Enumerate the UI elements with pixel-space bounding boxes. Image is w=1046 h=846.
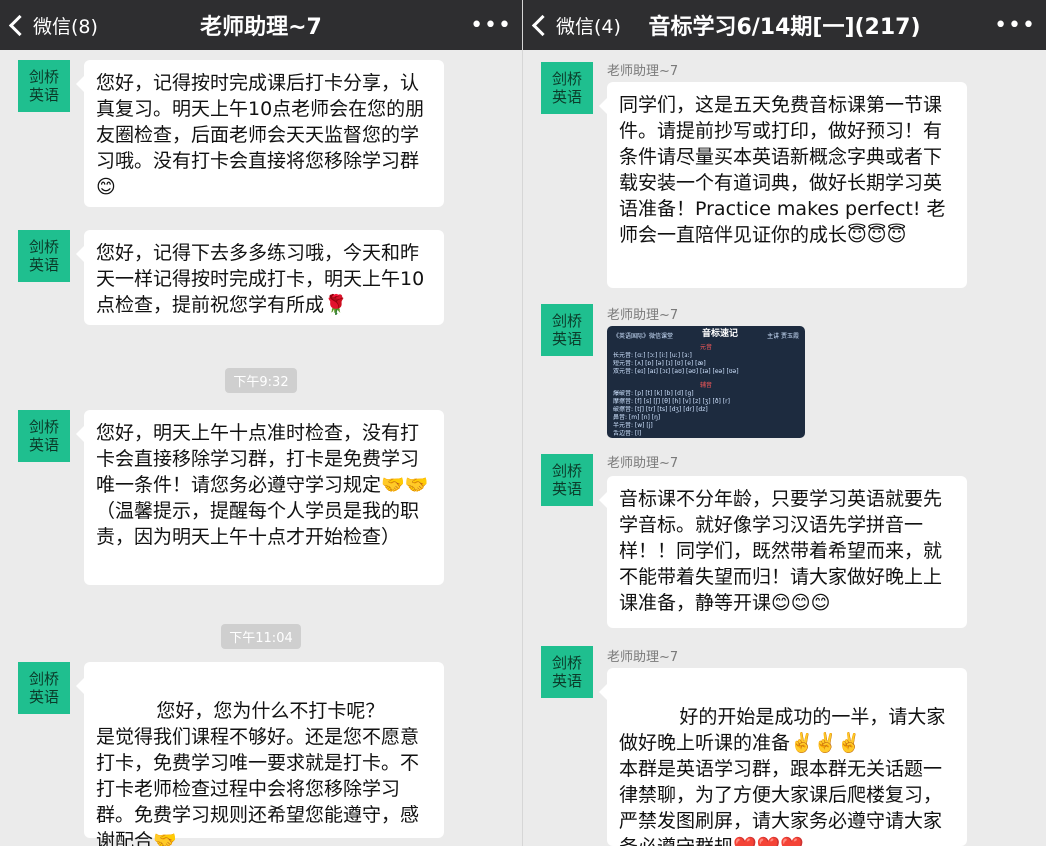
timestamp-label: 下午11:04 — [221, 624, 301, 649]
image-right-tag: 主讲 贾玉霞 — [767, 333, 799, 340]
chevron-left-icon — [8, 14, 31, 36]
image-line: 半元音: [w] [j] — [613, 422, 653, 429]
back-label: 微信(4) — [556, 15, 621, 38]
left-top-bar: 微信(8) 老师助理~7 ••• — [0, 0, 522, 50]
timestamp: 下午9:32 — [0, 368, 522, 393]
avatar[interactable]: 剑桥 英语 — [18, 662, 70, 714]
timestamp: 下午11:04 — [0, 624, 522, 649]
right-chat-pane: 微信(4) 音标学习6/14期[一](217) ••• 剑桥 英语 老师助理~7… — [523, 0, 1046, 846]
avatar-text-bottom: 英语 — [28, 86, 59, 104]
image-line: 双元音: [eɪ] [aɪ] [ɔɪ] [aʊ] [əʊ] [ɪə] [eə] … — [613, 368, 739, 375]
back-button[interactable]: 微信(4) — [531, 12, 621, 39]
message-text: 您好，记得按时完成课后打卡分享，认真复习。明天上午10点老师会在您的朋友圈检查，… — [96, 72, 425, 198]
image-line: 短元音: [ʌ] [ɒ] [ə] [ɪ] [ʊ] [e] [æ] — [613, 360, 706, 367]
timestamp-label: 下午9:32 — [225, 368, 297, 393]
avatar[interactable]: 剑桥 英语 — [18, 410, 70, 462]
more-options-icon[interactable]: ••• — [470, 13, 512, 38]
avatar-text-top: 剑桥 — [551, 462, 582, 480]
avatar[interactable]: 剑桥 英语 — [18, 230, 70, 282]
left-chat-pane: 微信(8) 老师助理~7 ••• 剑桥 英语 您好，记得按时完成课后打卡分享，认… — [0, 0, 523, 846]
avatar-text-bottom: 英语 — [551, 330, 582, 348]
avatar-text-top: 剑桥 — [28, 238, 59, 256]
image-line: 长元音: [ɑː] [ɔː] [iː] [uː] [ɜː] — [613, 352, 692, 359]
image-line: 摩擦音: [f] [s] [ʃ] [θ] [h] [v] [z] [ʒ] [ð]… — [613, 398, 730, 405]
sender-name: 老师助理~7 — [607, 64, 679, 79]
message-bubble[interactable]: 好的开始是成功的一半，请大家做好晚上听课的准备✌️✌️✌️ 本群是英语学习群，跟… — [599, 668, 967, 846]
avatar-text-top: 剑桥 — [551, 70, 582, 88]
message-bubble[interactable]: 同学们，这是五天免费音标课第一节课件。请提前抄写或打印，做好预习！有条件请尽量买… — [599, 82, 967, 288]
image-line: 破擦音: [tʃ] [tr] [ts] [dʒ] [dr] [dz] — [613, 406, 708, 413]
sender-name: 老师助理~7 — [607, 456, 679, 471]
right-message-list[interactable]: 剑桥 英语 老师助理~7 同学们，这是五天免费音标课第一节课件。请提前抄写或打印… — [523, 50, 1046, 846]
message-bubble[interactable]: 您好，明天上午十点准时检查，没有打卡会直接移除学习群，打卡是免费学习唯一条件！请… — [76, 410, 444, 585]
right-top-bar: 微信(4) 音标学习6/14期[一](217) ••• — [523, 0, 1046, 50]
message-text: 好的开始是成功的一半，请大家做好晚上听课的准备✌️✌️✌️ 本群是英语学习群，跟… — [619, 706, 946, 846]
image-line: 爆破音: [p] [t] [k] [b] [d] [g] — [613, 390, 694, 397]
avatar[interactable]: 剑桥 英语 — [541, 62, 593, 114]
avatar[interactable]: 剑桥 英语 — [541, 454, 593, 506]
message-text: 同学们，这是五天免费音标课第一节课件。请提前抄写或打印，做好预习！有条件请尽量买… — [619, 94, 946, 246]
avatar[interactable]: 剑桥 英语 — [541, 646, 593, 698]
avatar-text-top: 剑桥 — [551, 312, 582, 330]
image-consonants-header: 辅音 — [699, 382, 712, 389]
message-text: 您好，明天上午十点准时检查，没有打卡会直接移除学习群，打卡是免费学习唯一条件！请… — [96, 422, 429, 548]
avatar-text-bottom: 英语 — [28, 436, 59, 454]
avatar-text-bottom: 英语 — [28, 256, 59, 274]
image-line: 舌边音: [l] — [613, 430, 642, 437]
avatar-text-bottom: 英语 — [551, 480, 582, 498]
sender-name: 老师助理~7 — [607, 650, 679, 665]
more-options-icon[interactable]: ••• — [994, 13, 1036, 38]
back-button[interactable]: 微信(8) — [8, 12, 98, 39]
message-text: 您好，您为什么不打卡呢？ 是觉得我们课程不够好。还是您不愿意打卡，免费学习唯一要… — [96, 700, 420, 846]
image-vowels-header: 元音 — [699, 344, 712, 351]
avatar-text-bottom: 英语 — [551, 672, 582, 690]
avatar[interactable]: 剑桥 英语 — [18, 60, 70, 112]
image-title: 音标速记 — [702, 329, 739, 339]
message-bubble[interactable]: 音标课不分年龄，只要学习英语就要先学音标。就好像学习汉语先学拼音一样！！同学们，… — [599, 476, 967, 628]
avatar-text-top: 剑桥 — [551, 654, 582, 672]
image-line: 鼻音: [m] [n] [ŋ] — [613, 414, 661, 421]
avatar-text-bottom: 英语 — [28, 688, 59, 706]
message-text: 音标课不分年龄，只要学习英语就要先学音标。就好像学习汉语先学拼音一样！！同学们，… — [619, 488, 943, 614]
avatar-text-bottom: 英语 — [551, 88, 582, 106]
avatar[interactable]: 剑桥 英语 — [541, 304, 593, 356]
avatar-text-top: 剑桥 — [28, 670, 59, 688]
avatar-text-top: 剑桥 — [28, 418, 59, 436]
chevron-left-icon — [531, 14, 554, 36]
message-bubble[interactable]: 您好，记得下去多多练习哦，今天和昨天一样记得按时完成打卡，明天上午10点检查，提… — [76, 230, 444, 325]
phonetics-image-card[interactable]: 《英语国际》微信课堂 音标速记 主讲 贾玉霞 元音 长元音: [ɑː] [ɔː]… — [607, 326, 805, 438]
image-left-tag: 《英语国际》微信课堂 — [613, 333, 674, 340]
left-message-list[interactable]: 剑桥 英语 您好，记得按时完成课后打卡分享，认真复习。明天上午10点老师会在您的… — [0, 50, 522, 846]
back-label: 微信(8) — [33, 15, 98, 38]
message-bubble[interactable]: 您好，您为什么不打卡呢？ 是觉得我们课程不够好。还是您不愿意打卡，免费学习唯一要… — [76, 662, 444, 846]
avatar-text-top: 剑桥 — [28, 68, 59, 86]
sender-name: 老师助理~7 — [607, 308, 679, 323]
message-bubble[interactable]: 您好，记得按时完成课后打卡分享，认真复习。明天上午10点老师会在您的朋友圈检查，… — [76, 60, 444, 207]
message-text: 您好，记得下去多多练习哦，今天和昨天一样记得按时完成打卡，明天上午10点检查，提… — [96, 242, 425, 316]
